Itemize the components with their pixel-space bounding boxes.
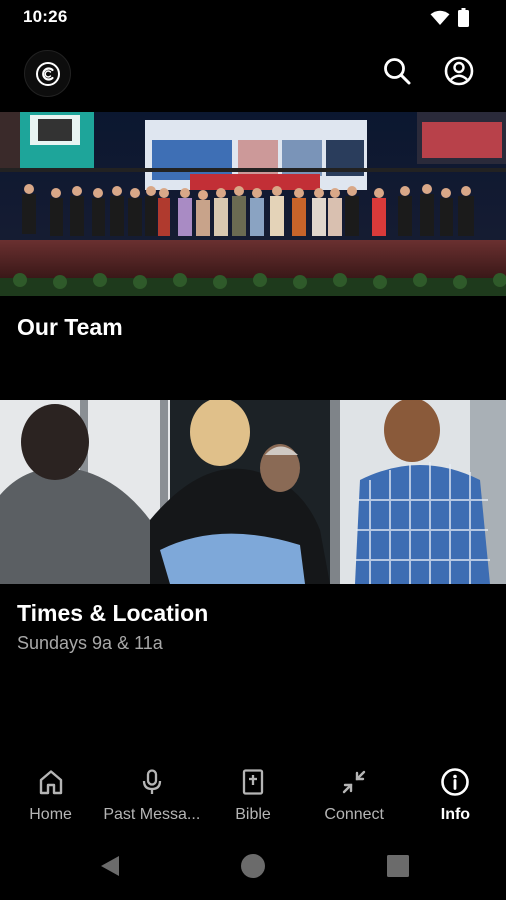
app-header — [0, 48, 506, 100]
home-nav-button[interactable] — [238, 853, 268, 883]
status-time: 10:26 — [23, 7, 68, 26]
tab-past-messages[interactable]: Past Messa... — [101, 756, 202, 836]
recents-button[interactable] — [383, 853, 413, 883]
account-button[interactable] — [443, 56, 475, 91]
card-title: Times & Location — [17, 600, 209, 626]
lobby-hug-photo — [0, 400, 506, 584]
system-nav-bar — [0, 836, 506, 900]
tab-label: Home — [29, 806, 72, 823]
search-button[interactable] — [381, 57, 413, 89]
status-bar: 10:26 — [0, 0, 506, 34]
battery-icon — [458, 8, 469, 32]
tab-home[interactable]: Home — [0, 756, 101, 836]
tab-label: Bible — [235, 806, 271, 823]
home-circle-icon — [240, 853, 266, 884]
status-icons — [430, 8, 469, 32]
bible-icon — [237, 766, 269, 798]
home-icon — [35, 766, 67, 798]
search-icon — [382, 56, 412, 91]
card-times-location[interactable]: Times & Location Sundays 9a & 11a — [0, 400, 506, 662]
connect-icon — [338, 766, 370, 798]
recents-icon — [387, 854, 409, 882]
tab-connect[interactable]: Connect — [304, 756, 405, 836]
info-icon — [439, 766, 471, 798]
tab-label: Info — [440, 806, 471, 823]
card-our-team[interactable]: Our Team — [0, 112, 506, 382]
bottom-tab-bar: Home Past Messa... Bible Connect Info — [0, 756, 506, 836]
church-logo-icon[interactable] — [24, 50, 71, 97]
tab-bible[interactable]: Bible — [202, 756, 303, 836]
wifi-icon — [430, 10, 450, 31]
card-subtitle: Sundays 9a & 11a — [17, 633, 163, 653]
tab-info[interactable]: Info — [405, 756, 506, 836]
account-icon — [444, 56, 474, 91]
tab-label: Connect — [324, 806, 384, 823]
tab-label: Past Messa... — [103, 806, 201, 823]
card-title: Our Team — [17, 314, 123, 340]
back-button[interactable] — [95, 853, 125, 883]
back-icon — [99, 854, 121, 883]
stage-group-photo — [0, 112, 506, 296]
microphone-icon — [136, 766, 168, 798]
